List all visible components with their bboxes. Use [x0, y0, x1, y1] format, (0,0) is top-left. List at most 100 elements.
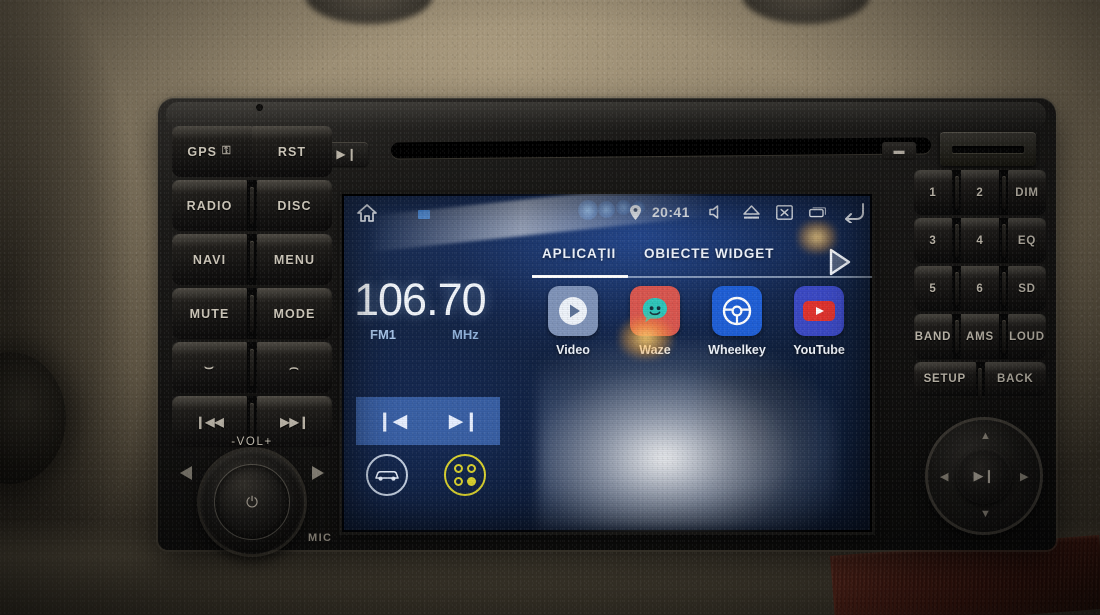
preset-3-button[interactable]: 3 [914, 218, 952, 263]
key-divider [952, 170, 961, 215]
volume-power-knob[interactable]: ⏻ [200, 450, 304, 554]
gps-button[interactable]: GPS ⚿ [172, 126, 252, 177]
dpad-right-arrow-icon[interactable]: ▶ [1020, 470, 1028, 483]
key-divider [999, 170, 1008, 215]
location-pin-icon [630, 205, 641, 220]
dpad-down-arrow-icon[interactable]: ▼ [980, 508, 991, 520]
disc-button[interactable]: DISC [257, 180, 332, 231]
eject-icon[interactable] [743, 205, 760, 220]
eq-button[interactable]: EQ [1008, 218, 1046, 263]
nav-indicator-icon [418, 210, 430, 219]
keypad-row-5: SETUP BACK [914, 362, 1046, 401]
loud-button[interactable]: LOUD [1008, 314, 1046, 359]
speaker-mute-icon[interactable] [709, 204, 726, 220]
sd-label: SD [1018, 282, 1036, 295]
call-end-icon: ⌢ [289, 359, 300, 376]
call-answer-button[interactable]: ⌣ [172, 342, 247, 393]
android-touchscreen[interactable]: 20:41 106.70 FM1 MHz ❙◀ ▶❙ APLICAȚII OBI… [342, 194, 872, 532]
dim-label: DIM [1015, 186, 1039, 199]
tab-applications[interactable]: APLICAȚII [542, 246, 616, 261]
screen-off-icon[interactable] [776, 205, 793, 220]
radio-button[interactable]: RADIO [172, 180, 247, 231]
play-pause-button-top[interactable]: ▶❙ [326, 142, 368, 166]
call-end-button[interactable]: ⌢ [257, 342, 332, 393]
car-shortcut-button[interactable] [366, 454, 408, 496]
disc-slot[interactable] [390, 137, 932, 159]
left-button-panel: GPS ⚿ RST RADIO DISC NAVI MENU MUTE MODE… [172, 126, 332, 447]
mute-button[interactable]: MUTE [172, 288, 247, 339]
rst-button[interactable]: RST [252, 126, 332, 177]
sd-card-slot[interactable] [940, 132, 1036, 166]
app-item-waze[interactable]: Waze [620, 286, 690, 357]
home-icon[interactable] [356, 203, 378, 228]
eject-button[interactable]: ▬ [882, 142, 916, 160]
apps-grid-icon [454, 464, 476, 486]
recents-icon[interactable] [809, 207, 826, 218]
key-divider [247, 180, 257, 231]
back-arrow-icon[interactable] [842, 202, 866, 223]
lens-bokeh [578, 200, 598, 220]
sd-button[interactable]: SD [1008, 266, 1046, 311]
radio-band-label: FM1 [370, 327, 396, 342]
key-divider [247, 342, 257, 393]
preset-2-button[interactable]: 2 [961, 170, 999, 215]
waze-tile[interactable] [630, 286, 680, 336]
disc-label: DISC [277, 198, 312, 213]
play-store-icon[interactable] [828, 248, 854, 281]
ams-button[interactable]: AMS [961, 314, 999, 359]
app-label-youtube: YouTube [793, 343, 845, 357]
band-button[interactable]: BAND [914, 314, 952, 359]
dpad-center-play-button[interactable]: ▶❙ [956, 448, 1012, 504]
steering-wheel-icon [722, 296, 752, 326]
seek-prev-button[interactable]: ❙◀ [377, 410, 408, 433]
status-bar: 20:41 [342, 194, 872, 232]
dpad-up-arrow-icon[interactable]: ▲ [980, 430, 991, 442]
app-label-waze: Waze [639, 343, 671, 357]
tab-widgets[interactable]: OBIECTE WIDGET [644, 246, 774, 261]
app-item-youtube[interactable]: YouTube [784, 286, 854, 357]
dashboard-photo-scene: ▶❙ ▬ GPS ⚿ RST RADIO DISC NAVI MENU MUTE… [0, 0, 1100, 615]
video-tile[interactable] [548, 286, 598, 336]
youtube-icon [803, 301, 835, 321]
youtube-tile[interactable] [794, 286, 844, 336]
gps-label: GPS [187, 144, 218, 159]
keypad-row-3: 5 6 SD [914, 266, 1046, 311]
preset-2-label: 2 [976, 186, 984, 199]
preset-4-label: 4 [976, 234, 984, 247]
key-divider [999, 266, 1008, 311]
preset-6-button[interactable]: 6 [961, 266, 999, 311]
seek-next-button[interactable]: ▶❙ [449, 410, 480, 433]
preset-1-button[interactable]: 1 [914, 170, 952, 215]
app-item-video[interactable]: Video [538, 286, 608, 357]
wheelkey-tile[interactable] [712, 286, 762, 336]
car-icon [375, 471, 399, 481]
key-divider [952, 314, 961, 359]
video-play-icon [559, 297, 587, 325]
waze-icon [642, 298, 667, 323]
preset-4-button[interactable]: 4 [961, 218, 999, 263]
key-row-navi-menu: NAVI MENU [172, 234, 332, 285]
rst-label: RST [277, 144, 307, 159]
apps-shortcut-button[interactable] [444, 454, 486, 496]
navi-button[interactable]: NAVI [172, 234, 247, 285]
key-divider [247, 288, 257, 339]
mute-label: MUTE [189, 306, 230, 321]
dpad-navigation-wheel[interactable]: ▲ ▼ ◀ ▶ ▶❙ [928, 420, 1040, 532]
preset-5-button[interactable]: 5 [914, 266, 952, 311]
prev-track-icon: ❙◀◀ [195, 414, 224, 429]
power-icon: ⏻ [246, 494, 258, 511]
loud-label: LOUD [1009, 330, 1045, 343]
menu-button[interactable]: MENU [257, 234, 332, 285]
dim-button[interactable]: DIM [1008, 170, 1046, 215]
back-button[interactable]: BACK [984, 362, 1046, 396]
key-row-phone: ⌣ ⌢ [172, 342, 332, 393]
key-divider [952, 266, 961, 311]
mode-button[interactable]: MODE [257, 288, 332, 339]
key-divider [952, 218, 961, 263]
key-divider [999, 218, 1008, 263]
app-item-wheelkey[interactable]: Wheelkey [702, 286, 772, 357]
eq-label: EQ [1017, 234, 1037, 247]
preset-3-label: 3 [929, 234, 937, 247]
setup-button[interactable]: SETUP [914, 362, 976, 396]
dpad-left-arrow-icon[interactable]: ◀ [940, 470, 948, 483]
